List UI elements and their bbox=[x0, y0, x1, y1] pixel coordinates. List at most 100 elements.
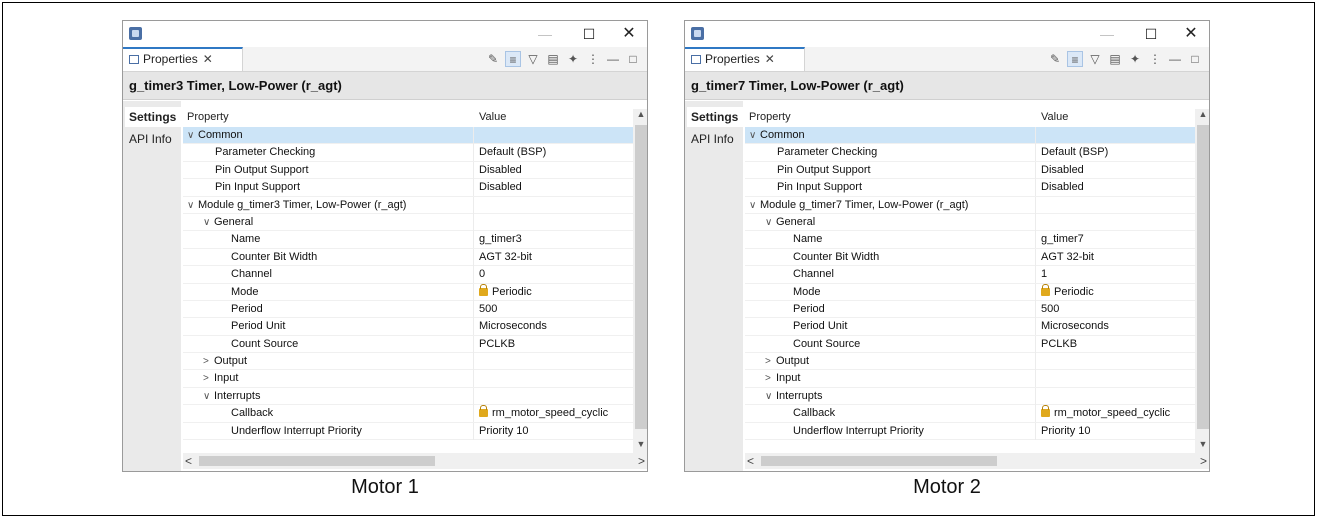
chevron-down-icon[interactable]: ∨ bbox=[749, 197, 760, 214]
view-minimize-icon[interactable]: — bbox=[1167, 51, 1183, 67]
column-header-property[interactable]: Property bbox=[187, 109, 229, 126]
table-row[interactable]: Callback rm_motor_speed_cyclic bbox=[183, 405, 633, 423]
table-row[interactable]: Period Unit Microseconds bbox=[745, 318, 1195, 336]
table-row[interactable]: ∨ Common bbox=[183, 127, 633, 145]
table-row[interactable]: Period Unit Microseconds bbox=[183, 318, 633, 336]
table-row[interactable]: > Output bbox=[183, 353, 633, 371]
maximize-icon[interactable]: ☐ bbox=[1141, 24, 1161, 44]
property-value[interactable]: Disabled bbox=[1041, 162, 1195, 179]
table-row[interactable]: > Input bbox=[745, 370, 1195, 388]
chevron-right-icon[interactable]: > bbox=[765, 353, 776, 370]
scroll-left-icon[interactable]: < bbox=[747, 453, 754, 469]
property-value[interactable]: Microseconds bbox=[1041, 318, 1195, 335]
view-maximize-icon[interactable]: □ bbox=[625, 51, 641, 67]
scroll-thumb[interactable] bbox=[635, 125, 647, 429]
property-value[interactable]: g_timer7 bbox=[1041, 231, 1195, 248]
categories-icon[interactable]: ≡ bbox=[1067, 51, 1083, 67]
tab-close-icon[interactable]: ✕ bbox=[203, 52, 213, 66]
table-row[interactable]: Pin Output Support Disabled bbox=[183, 161, 633, 180]
table-row[interactable]: ∨ Interrupts bbox=[183, 387, 633, 406]
view-menu-icon[interactable]: ⋮ bbox=[585, 51, 601, 67]
table-row[interactable]: Count Source PCLKB bbox=[745, 335, 1195, 354]
property-value[interactable]: rm_motor_speed_cyclic bbox=[1041, 405, 1195, 422]
table-row[interactable]: Callback rm_motor_speed_cyclic bbox=[745, 405, 1195, 423]
chevron-right-icon[interactable]: > bbox=[765, 370, 776, 387]
scroll-thumb[interactable] bbox=[199, 456, 435, 466]
vertical-scrollbar[interactable]: ▲ ▼ bbox=[633, 109, 647, 453]
vertical-scrollbar[interactable]: ▲ ▼ bbox=[1195, 109, 1209, 453]
column-header-property[interactable]: Property bbox=[749, 109, 791, 126]
table-row[interactable]: > Input bbox=[183, 370, 633, 388]
table-row[interactable]: Name g_timer7 bbox=[745, 231, 1195, 249]
table-row[interactable]: Counter Bit Width AGT 32-bit bbox=[183, 248, 633, 267]
tab-close-icon[interactable]: ✕ bbox=[765, 52, 775, 66]
scroll-thumb[interactable] bbox=[1197, 125, 1209, 429]
close-icon[interactable]: ✕ bbox=[619, 24, 639, 44]
maximize-icon[interactable]: ☐ bbox=[579, 24, 599, 44]
property-value[interactable]: Priority 10 bbox=[479, 423, 633, 440]
property-value[interactable]: Default (BSP) bbox=[479, 144, 633, 161]
scroll-left-icon[interactable]: < bbox=[185, 453, 192, 469]
property-value[interactable]: Disabled bbox=[479, 179, 633, 196]
side-tab-api-info[interactable]: API Info bbox=[125, 129, 181, 149]
property-value[interactable]: PCLKB bbox=[1041, 336, 1195, 353]
filter-icon[interactable]: ▽ bbox=[1087, 51, 1103, 67]
property-value[interactable]: 500 bbox=[479, 301, 633, 318]
property-value[interactable]: Default (BSP) bbox=[1041, 144, 1195, 161]
tab-properties[interactable]: Properties ✕ bbox=[123, 47, 243, 71]
property-value[interactable]: Periodic bbox=[479, 283, 633, 301]
column-header-value[interactable]: Value bbox=[1041, 109, 1068, 126]
horizontal-scrollbar[interactable]: < > bbox=[183, 453, 647, 469]
property-value[interactable]: Periodic bbox=[1041, 283, 1195, 301]
property-value[interactable]: rm_motor_speed_cyclic bbox=[479, 405, 633, 422]
chevron-down-icon[interactable]: ∨ bbox=[187, 127, 198, 144]
view-maximize-icon[interactable]: □ bbox=[1187, 51, 1203, 67]
tab-properties[interactable]: Properties ✕ bbox=[685, 47, 805, 71]
advanced-icon[interactable]: ▤ bbox=[545, 51, 561, 67]
property-value[interactable]: 500 bbox=[1041, 301, 1195, 318]
table-row[interactable]: Parameter Checking Default (BSP) bbox=[183, 144, 633, 162]
property-value[interactable]: Priority 10 bbox=[1041, 423, 1195, 440]
table-row[interactable]: > Output bbox=[745, 353, 1195, 371]
pin-view-icon[interactable]: ✎ bbox=[1047, 51, 1063, 67]
view-minimize-icon[interactable]: — bbox=[605, 51, 621, 67]
chevron-down-icon[interactable]: ∨ bbox=[187, 197, 198, 214]
table-row[interactable]: ∨ Interrupts bbox=[745, 387, 1195, 406]
table-row[interactable]: Channel 0 bbox=[183, 266, 633, 284]
property-value[interactable]: 1 bbox=[1041, 266, 1195, 283]
close-icon[interactable]: ✕ bbox=[1181, 24, 1201, 44]
scroll-down-icon[interactable]: ▼ bbox=[633, 439, 647, 453]
table-row[interactable]: ∨ Module g_timer3 Timer, Low-Power (r_agt… bbox=[183, 196, 633, 214]
scroll-up-icon[interactable]: ▲ bbox=[633, 109, 647, 123]
chevron-down-icon[interactable]: ∨ bbox=[203, 214, 214, 231]
table-row[interactable]: ∨ Module g_timer7 Timer, Low-Power (r_agt… bbox=[745, 196, 1195, 214]
chevron-right-icon[interactable]: > bbox=[203, 370, 214, 387]
side-tab-settings[interactable]: Settings bbox=[687, 107, 743, 127]
property-value[interactable]: g_timer3 bbox=[479, 231, 633, 248]
categories-icon[interactable]: ≡ bbox=[505, 51, 521, 67]
view-menu-icon[interactable]: ⋮ bbox=[1147, 51, 1163, 67]
chevron-down-icon[interactable]: ∨ bbox=[203, 388, 214, 405]
table-row[interactable]: Counter Bit Width AGT 32-bit bbox=[745, 248, 1195, 267]
property-value[interactable]: AGT 32-bit bbox=[479, 249, 633, 266]
minimize-icon[interactable]: — bbox=[535, 24, 555, 44]
table-row[interactable]: Channel 1 bbox=[745, 266, 1195, 284]
property-value[interactable]: Disabled bbox=[479, 162, 633, 179]
table-row[interactable]: Underflow Interrupt Priority Priority 10 bbox=[745, 422, 1195, 441]
scroll-down-icon[interactable]: ▼ bbox=[1195, 439, 1209, 453]
filter-icon[interactable]: ▽ bbox=[525, 51, 541, 67]
table-row[interactable]: Pin Input Support Disabled bbox=[745, 179, 1195, 197]
table-row[interactable]: Name g_timer3 bbox=[183, 231, 633, 249]
restore-default-icon[interactable]: ✦ bbox=[565, 51, 581, 67]
advanced-icon[interactable]: ▤ bbox=[1107, 51, 1123, 67]
scroll-up-icon[interactable]: ▲ bbox=[1195, 109, 1209, 123]
property-value[interactable]: 0 bbox=[479, 266, 633, 283]
chevron-down-icon[interactable]: ∨ bbox=[765, 214, 776, 231]
property-value[interactable]: AGT 32-bit bbox=[1041, 249, 1195, 266]
table-row[interactable]: Period 500 bbox=[183, 300, 633, 319]
side-tab-settings[interactable]: Settings bbox=[125, 107, 181, 127]
table-row[interactable]: Pin Output Support Disabled bbox=[745, 161, 1195, 180]
table-row[interactable]: Mode Periodic bbox=[745, 283, 1195, 301]
pin-view-icon[interactable]: ✎ bbox=[485, 51, 501, 67]
chevron-down-icon[interactable]: ∨ bbox=[749, 127, 760, 144]
